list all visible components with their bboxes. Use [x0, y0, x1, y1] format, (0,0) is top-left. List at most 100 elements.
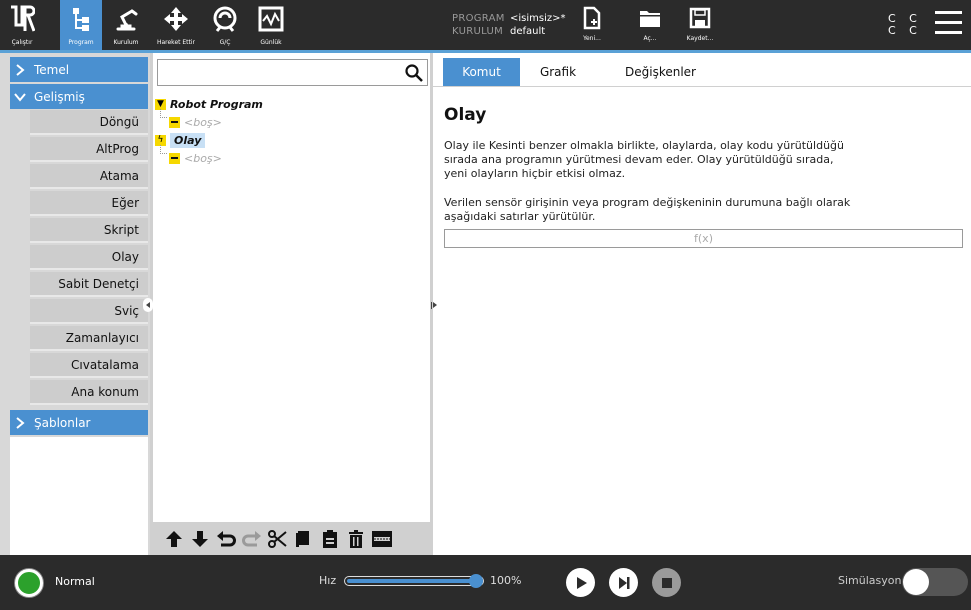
category-basic[interactable]: Temel: [10, 57, 148, 82]
category-advanced[interactable]: Gelişmiş: [10, 84, 148, 109]
arrow-up-icon: [165, 530, 182, 547]
stop-icon: [661, 577, 672, 588]
open-program-label: Aç...: [643, 35, 657, 42]
empty-node-icon: [169, 116, 180, 128]
program-info: PROGRAM <isimsiz>* KURULUM default: [452, 12, 566, 38]
node-event[interactable]: Olay: [30, 245, 148, 270]
tree-empty-label-1: <boş>: [184, 115, 222, 129]
node-home[interactable]: Ana konum: [30, 380, 148, 405]
search-icon[interactable]: [405, 64, 423, 82]
new-program-button[interactable]: Yeni...: [572, 4, 612, 48]
page-title: Olay: [444, 105, 487, 125]
program-tree-panel: ▼ Robot Program <boş> ϟ Olay <boş>: [150, 53, 433, 555]
tab-command[interactable]: Komut: [443, 58, 520, 86]
move-arrows-icon: [150, 4, 202, 34]
undo-button[interactable]: [213, 528, 238, 550]
step-icon: [618, 576, 629, 589]
speed-value: 100%: [490, 574, 522, 587]
program-key: PROGRAM: [452, 13, 505, 24]
chevron-right-icon: [16, 416, 25, 429]
empty-node-icon: [169, 152, 180, 164]
open-folder-icon: [640, 11, 660, 27]
nav-log-label: Günlük: [260, 39, 282, 46]
nav-move-button[interactable]: Hareket Ettir: [150, 0, 202, 50]
move-up-button[interactable]: [161, 528, 186, 550]
copy-button[interactable]: [291, 528, 316, 550]
tree-empty-node-1[interactable]: <boş>: [169, 114, 222, 130]
undo-icon: [216, 530, 236, 546]
copy-icon: [295, 530, 309, 547]
nav-run-button[interactable]: Çalıştır: [4, 0, 40, 50]
cc-row-2: C C: [888, 24, 922, 37]
arrow-down-icon: [191, 530, 208, 547]
tab-graphics[interactable]: Grafik: [528, 58, 588, 86]
installation-key: KURULUM: [452, 26, 503, 37]
save-program-button[interactable]: Kaydet...: [680, 4, 720, 48]
right-panel-collapse-handle[interactable]: [429, 298, 439, 312]
program-nodes-panel: Temel Gelişmiş Döngü AltProg Atama Eğer …: [0, 53, 150, 555]
save-icon: [689, 7, 711, 29]
speed-slider[interactable]: [344, 574, 484, 588]
chevron-down-icon: [14, 92, 26, 102]
node-thread[interactable]: Sabit Denetçi: [30, 272, 148, 297]
step-button[interactable]: [609, 568, 638, 597]
speed-slider-fill: [347, 579, 477, 583]
simulation-toggle[interactable]: [902, 568, 968, 596]
new-program-label: Yeni...: [583, 35, 601, 42]
suppress-icon: [371, 530, 392, 547]
collapse-triangle-icon[interactable]: ▼: [155, 98, 166, 110]
tree-empty-label-2: <boş>: [184, 151, 222, 165]
description-paragraph-2: Verilen sensör girişinin veya program de…: [444, 196, 851, 223]
nav-move-label: Hareket Ettir: [156, 39, 196, 46]
nav-io-button[interactable]: G/Ç: [208, 0, 242, 50]
nav-installation-button[interactable]: Kurulum: [106, 0, 146, 50]
robot-status-button[interactable]: [15, 569, 43, 597]
node-switch[interactable]: Sviç: [30, 299, 148, 324]
tree-toolbar: [153, 522, 430, 555]
paste-icon: [322, 529, 337, 548]
move-down-button[interactable]: [187, 528, 212, 550]
node-loop[interactable]: Döngü: [30, 110, 148, 135]
node-if[interactable]: Eğer: [30, 191, 148, 216]
ur-logo-icon: [4, 4, 40, 34]
tab-variables[interactable]: Değişkenler: [608, 58, 713, 86]
cut-button[interactable]: [265, 528, 290, 550]
tree-empty-node-2[interactable]: <boş>: [169, 150, 222, 166]
left-panel-empty: [10, 437, 148, 555]
bottom-bar: Normal Hız 100% Simülasyon: [0, 555, 971, 610]
scissors-icon: [267, 529, 287, 548]
suppress-button[interactable]: [369, 528, 394, 550]
category-templates-label: Şablonlar: [34, 415, 91, 430]
tree-root-label: Robot Program: [170, 97, 263, 111]
node-script[interactable]: Skript: [30, 218, 148, 243]
nav-program-button[interactable]: Program: [60, 0, 102, 50]
nav-installation-label: Kurulum: [113, 39, 139, 46]
play-button[interactable]: [566, 568, 595, 597]
redo-button[interactable]: [239, 528, 264, 550]
left-panel-collapse-handle[interactable]: [143, 298, 153, 312]
delete-button[interactable]: [343, 528, 368, 550]
stop-button[interactable]: [652, 568, 681, 597]
nav-log-button[interactable]: Günlük: [256, 0, 286, 50]
category-basic-label: Temel: [34, 62, 70, 77]
node-assignment[interactable]: Atama: [30, 164, 148, 189]
simulation-toggle-knob: [903, 569, 929, 595]
search-field[interactable]: [157, 59, 428, 86]
open-program-button[interactable]: Aç...: [630, 4, 670, 48]
node-subprog[interactable]: AltProg: [30, 137, 148, 162]
node-timer[interactable]: Zamanlayıcı: [30, 326, 148, 351]
expression-field[interactable]: f(x): [444, 229, 963, 248]
speed-slider-knob[interactable]: [469, 574, 483, 588]
tree-event-label: Olay: [170, 132, 206, 148]
description-paragraph-1: Olay ile Kesinti benzer olmakla birlikte…: [444, 139, 844, 180]
robot-arm-icon: [106, 4, 146, 34]
cc-indicator: C C C C: [888, 13, 922, 37]
paste-button[interactable]: [317, 528, 342, 550]
hamburger-menu-icon[interactable]: [935, 11, 962, 35]
new-file-icon: [583, 6, 601, 30]
robot-status-label: Normal: [55, 575, 95, 588]
tree-root[interactable]: ▼ Robot Program: [155, 96, 263, 112]
category-templates[interactable]: Şablonlar: [10, 410, 148, 435]
simulation-label: Simülasyon: [838, 574, 902, 587]
node-screwing[interactable]: Cıvatalama: [30, 353, 148, 378]
